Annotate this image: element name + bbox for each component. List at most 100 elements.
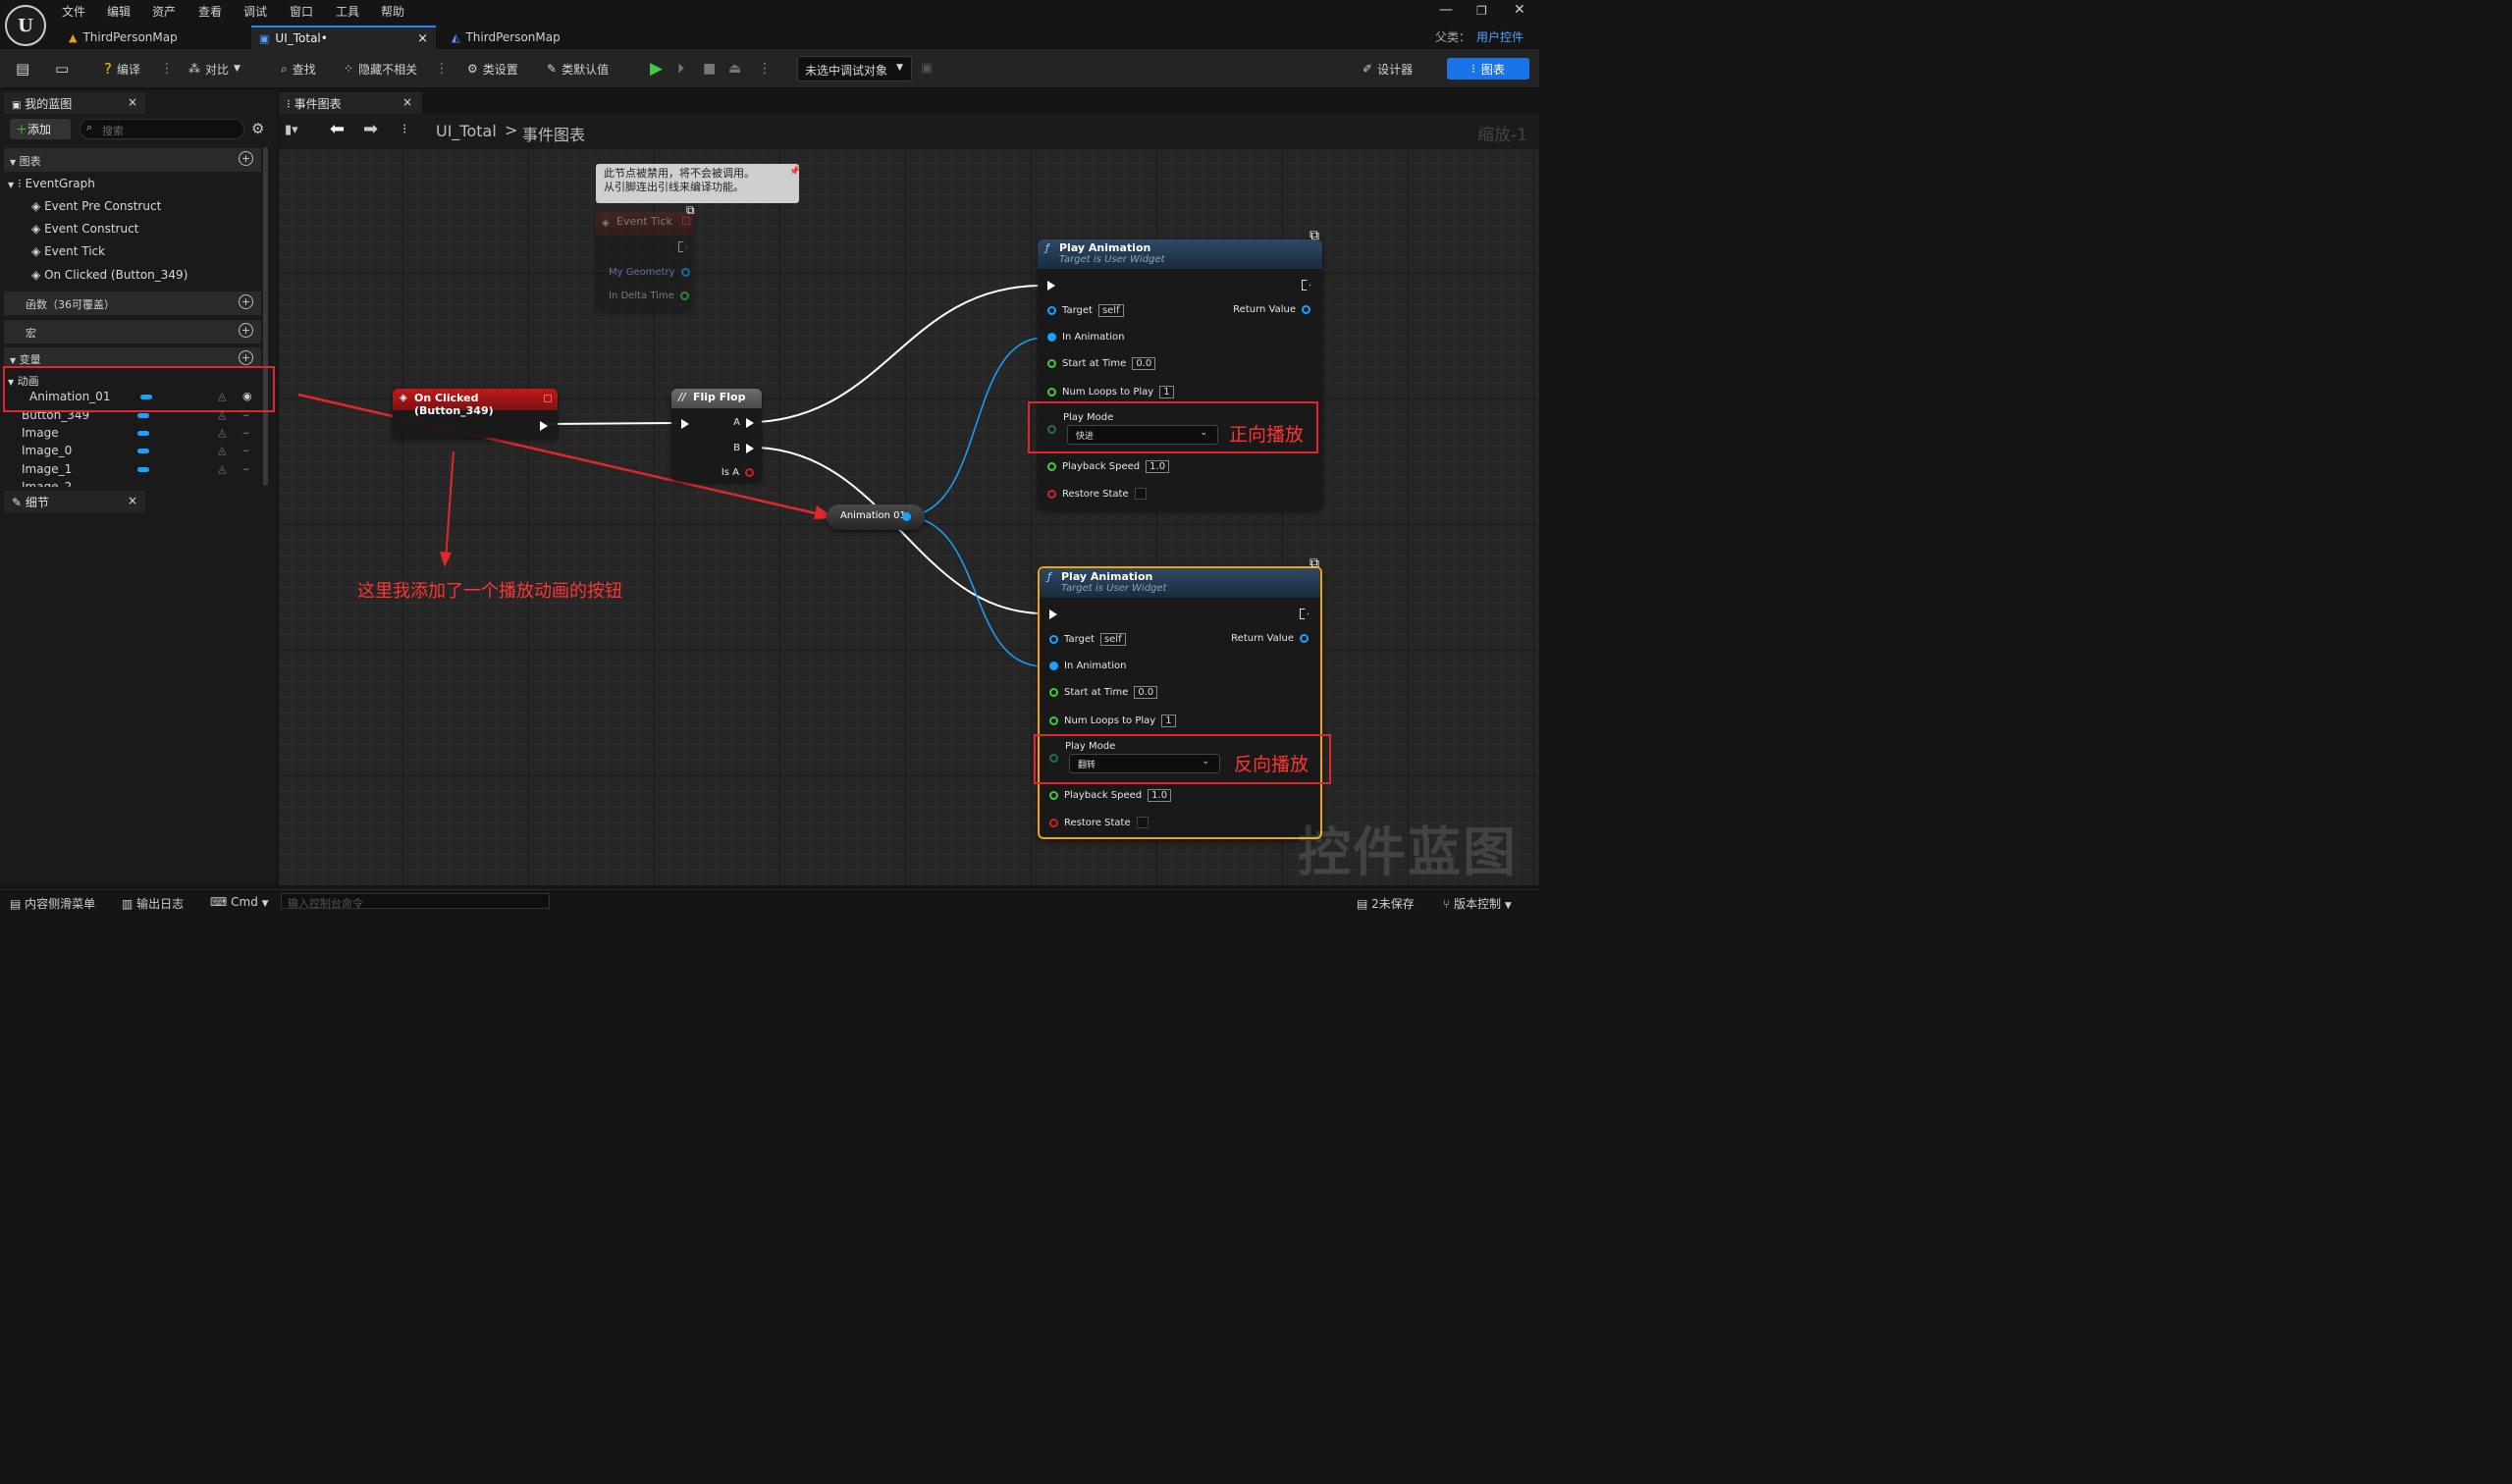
pin-in-delta-time[interactable]: In Delta Time [609,291,689,301]
eye-closed-icon[interactable]: ⌣ [242,444,249,457]
start-value[interactable]: 0.0 [1132,357,1156,370]
exec-out-pin[interactable] [1300,609,1309,622]
tree-event-construct[interactable]: ◈ Event Construct [31,222,138,236]
gear-icon[interactable]: ⚙ [251,120,264,137]
functions-section-header[interactable]: 函数（36可覆盖） + [4,292,261,315]
node-flip-flop[interactable]: Flip Flop // A B Is A [671,389,762,481]
menu-edit[interactable]: 编辑 [107,3,131,20]
blueprint-search-input[interactable]: ⌕ 搜索 [80,119,244,139]
exec-in-pin[interactable] [1049,609,1057,622]
pin-my-geometry[interactable]: My Geometry [609,267,690,278]
exec-out-pin[interactable] [540,420,548,434]
graphs-section-header[interactable]: ▼ 图表 + [4,148,261,172]
output-log-button[interactable]: ▥ 输出日志 [122,895,184,912]
eject-button[interactable]: ⏏ [724,57,745,80]
speed-value[interactable]: 1.0 [1148,789,1172,802]
bell-icon[interactable]: ◬ [218,444,226,456]
bell-icon[interactable]: ◬ [218,462,226,475]
close-icon[interactable]: × [128,494,137,507]
pin-target[interactable]: Target self [1049,633,1126,646]
parent-class-link[interactable]: 用户控件 [1476,28,1523,45]
tree-event-pre-construct[interactable]: ◈ Event Pre Construct [31,199,161,213]
node-on-clicked[interactable]: On Clicked (Button_349) ◈ [393,389,558,438]
tab-thirdpersonmap-2[interactable]: ◭ ThirdPersonMap [444,26,630,49]
tab-event-graph[interactable]: ⁝ 事件图表 × [279,92,422,114]
pin-a[interactable]: A [733,417,754,428]
forward-arrow-icon[interactable]: ➡ [363,119,378,139]
pin-b[interactable]: B [733,443,754,453]
pin-target[interactable]: Target self [1047,304,1124,317]
add-macro-icon[interactable]: + [239,323,253,338]
tab-ui-total[interactable]: ▣ UI_Total• × [251,26,436,49]
pin-num-loops[interactable]: Num Loops to Play 1 [1049,715,1176,727]
bell-icon[interactable]: ◬ [218,426,226,439]
macros-section-header[interactable]: 宏 + [4,320,261,344]
add-variable-icon[interactable]: + [239,350,253,365]
breadcrumb-current[interactable]: 事件图表 [522,122,585,145]
loops-value[interactable]: 1 [1159,386,1174,398]
play-options-icon[interactable]: ⋮ [758,59,772,79]
pin-restore-state[interactable]: Restore State [1047,488,1147,500]
exec-out-pin[interactable] [678,241,687,255]
delegate-pin-icon[interactable] [544,395,552,402]
tab-thirdpersonmap-1[interactable]: ▲ ThirdPersonMap [61,26,247,49]
node-play-animation-reverse[interactable]: Play Animation Target is User Widget ƒ Ta… [1038,566,1322,839]
node-play-animation-forward[interactable]: Play Animation Target is User Widget ƒ Ta… [1038,239,1322,509]
menu-window[interactable]: 窗口 [290,3,313,20]
class-settings-button[interactable]: ⚙ 类设置 [463,57,522,80]
restore-state-checkbox[interactable] [1134,488,1147,500]
menu-tools[interactable]: 工具 [336,3,359,20]
pin-return-value[interactable]: Return Value [1231,633,1309,644]
target-value[interactable]: self [1097,304,1124,317]
target-value[interactable]: self [1099,633,1126,646]
pin-icon[interactable]: 📌 [789,167,800,177]
menu-file[interactable]: 文件 [62,3,85,20]
designer-button[interactable]: ✐ 设计器 [1359,57,1416,80]
debug-filter-icon[interactable]: ▣ [921,61,933,76]
pin-return-value[interactable]: Return Value [1233,304,1310,315]
exec-in-pin[interactable] [1047,280,1055,293]
tab-my-blueprint[interactable]: ▣ 我的蓝图 × [4,92,145,114]
play-button[interactable]: ▶ [646,57,667,80]
bookmark-icon[interactable]: ▮▾ [285,123,298,137]
menu-view[interactable]: 查看 [198,3,222,20]
pin-is-a[interactable]: Is A [722,467,754,478]
close-window-button[interactable]: ✕ [1514,2,1525,18]
unsaved-button[interactable]: ▤ 2未保存 [1357,895,1415,912]
event-graph-canvas[interactable]: 此节点被禁用，将不会被调用。 从引脚连出引线来编译功能。 📌 Event Tic… [279,149,1539,885]
class-defaults-button[interactable]: ✎ 类默认值 [543,57,613,80]
close-icon[interactable]: × [402,95,412,109]
node-event-tick[interactable]: Event Tick ◈ My Geometry In Delta Time [595,212,693,310]
pin-playback-speed[interactable]: Playback Speed 1.0 [1049,789,1172,802]
eye-closed-icon[interactable]: ⌣ [242,462,249,476]
stop-button[interactable]: ■ [699,57,720,80]
menu-debug[interactable]: 调试 [243,3,267,20]
pin-start-at-time[interactable]: Start at Time 0.0 [1049,686,1158,699]
browse-button[interactable]: ▭ [51,57,73,80]
loops-value[interactable]: 1 [1161,715,1176,727]
save-button[interactable]: ▤ [12,57,33,80]
blueprint-scrollbar[interactable] [263,147,268,486]
maximize-button[interactable]: ❐ [1476,4,1487,18]
pin-num-loops[interactable]: Num Loops to Play 1 [1047,386,1174,398]
start-value[interactable]: 0.0 [1134,686,1158,699]
add-button[interactable]: ＋添加 [10,119,71,139]
console-input[interactable]: 输入控制台命令 [281,893,550,910]
hide-unrelated-button[interactable]: ⁘ 隐藏不相关 [340,57,421,80]
close-icon[interactable]: × [128,95,137,109]
cmd-dropdown[interactable]: ⌨ Cmd ▼ [210,895,269,909]
back-arrow-icon[interactable]: ⬅ [330,119,345,139]
compile-button[interactable]: ? 编译 [100,57,144,80]
pin-in-animation[interactable]: In Animation [1049,661,1126,671]
eye-closed-icon[interactable]: ⌣ [242,426,249,440]
variable-image-0[interactable]: Image_0 [22,444,72,457]
source-control-button[interactable]: ⑂ 版本控制 ▼ [1443,895,1512,912]
debug-target-dropdown[interactable]: 未选中调试对象 ▼ [797,56,912,81]
tree-event-tick[interactable]: ◈ Event Tick [31,244,105,258]
pin-in-animation[interactable]: In Animation [1047,332,1124,343]
unreal-logo-icon[interactable]: U [5,5,46,46]
breadcrumb-root[interactable]: UI_Total [436,122,497,140]
tree-eventgraph[interactable]: ▼ ⁝ EventGraph [8,177,95,190]
pin-start-at-time[interactable]: Start at Time 0.0 [1047,357,1156,370]
tab-details[interactable]: ✎ 细节 × [4,491,145,512]
